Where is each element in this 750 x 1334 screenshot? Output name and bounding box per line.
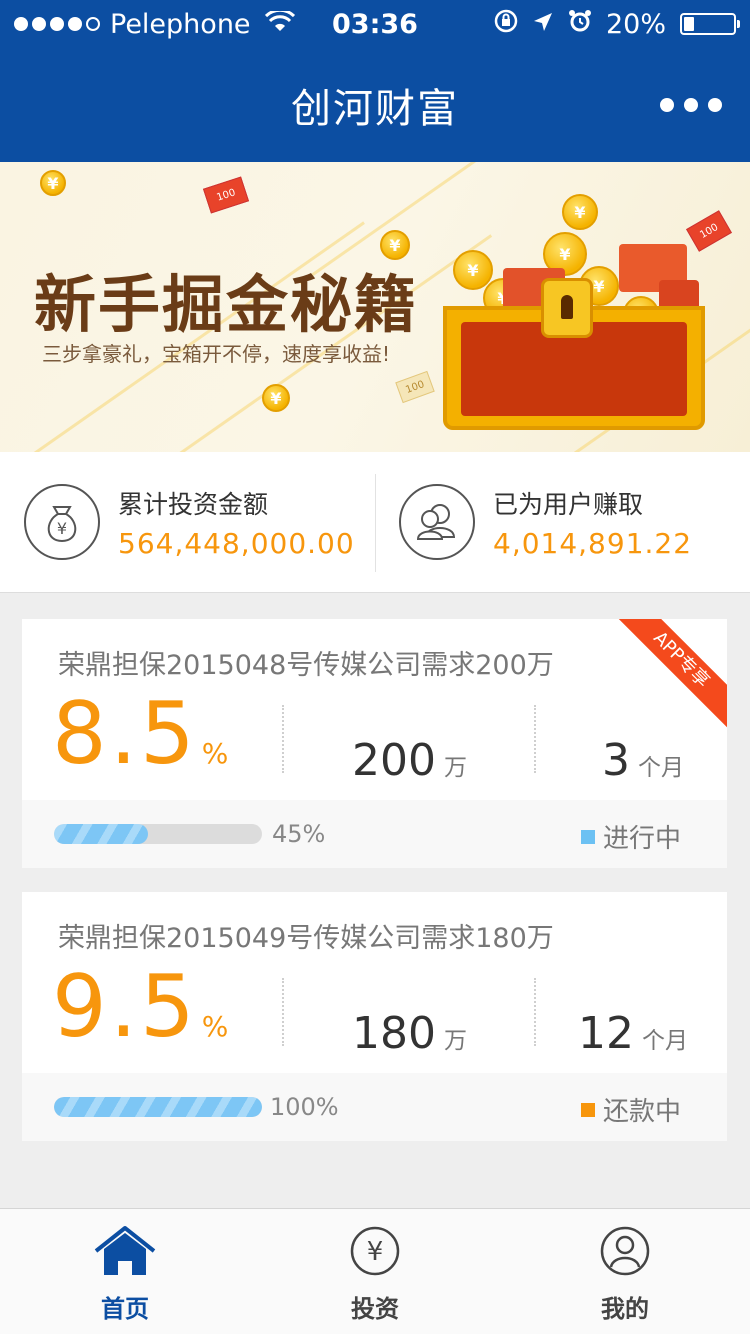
status-badge: 进行中 <box>580 818 681 855</box>
banner-subtitle: 三步拿豪礼，宝箱开不停，速度享收益! <box>42 342 391 366</box>
treasure-chest-icon: ¥ ¥ ¥ ¥ ¥ <box>443 232 705 430</box>
tab-invest[interactable]: ¥ 投资 <box>250 1209 500 1334</box>
cash-note-icon: 100 <box>395 370 435 404</box>
gold-coin-icon: ¥ <box>40 170 66 196</box>
platform-stats: ¥ 累计投资金额 564,448,000.00 已为用户赚取 4,014,891… <box>0 452 750 593</box>
loan-amount: 180 万 <box>352 1008 467 1059</box>
tab-invest-label: 投资 <box>351 1295 399 1323</box>
card-footer: 45% 进行中 <box>22 800 727 868</box>
users-icon <box>399 484 475 560</box>
divider <box>282 705 284 773</box>
total-invest-label: 累计投资金额 <box>118 489 269 519</box>
location-icon <box>532 9 554 40</box>
svg-text:¥: ¥ <box>367 1237 384 1267</box>
divider <box>282 978 284 1046</box>
battery-percent: 20% <box>605 8 666 40</box>
tab-home-label: 首页 <box>101 1295 149 1323</box>
product-card[interactable]: APP专享 荣鼎担保2015048号传媒公司需求200万 8.5% 200 万 3… <box>22 619 727 868</box>
tab-mine-label: 我的 <box>601 1295 649 1323</box>
gold-coin-icon: ¥ <box>262 384 290 412</box>
user-circle-icon <box>599 1225 651 1283</box>
total-invest-value: 564,448,000.00 <box>118 526 355 560</box>
earned-stat: 已为用户赚取 4,014,891.22 <box>375 474 750 572</box>
banner-headline: 新手掘金秘籍 <box>34 268 419 341</box>
app-header: Pelephone 03:36 20% 创河财富 <box>0 0 750 162</box>
progress-percent: 100% <box>270 1093 339 1121</box>
tab-mine[interactable]: 我的 <box>500 1209 750 1334</box>
bottom-tab-bar: 首页 ¥ 投资 我的 <box>0 1208 750 1334</box>
app-exclusive-ribbon: APP专享 <box>606 619 727 735</box>
product-name: 荣鼎担保2015049号传媒公司需求180万 <box>58 923 554 954</box>
total-invest-stat: ¥ 累计投资金额 564,448,000.00 <box>0 484 375 560</box>
battery-icon <box>680 13 740 35</box>
more-dot-icon <box>684 98 698 112</box>
status-bar: Pelephone 03:36 20% <box>0 0 750 48</box>
progress-percent: 45% <box>272 820 326 848</box>
earned-label: 已为用户赚取 <box>493 489 644 519</box>
carrier-name: Pelephone <box>110 8 251 40</box>
status-right: 20% <box>494 8 740 40</box>
page-title: 创河财富 <box>291 86 459 132</box>
wifi-icon <box>264 8 295 40</box>
divider <box>534 978 536 1046</box>
nav-bar: 创河财富 <box>0 48 750 162</box>
annual-rate: 8.5% <box>52 684 229 784</box>
card-footer: 100% 还款中 <box>22 1073 727 1141</box>
gold-coin-icon: ¥ <box>562 194 598 230</box>
loan-term: 3 个月 <box>602 735 684 786</box>
progress-bar <box>54 824 262 844</box>
status-badge: 还款中 <box>580 1091 681 1128</box>
divider <box>534 705 536 773</box>
loan-amount: 200 万 <box>352 735 467 786</box>
alarm-icon <box>568 9 592 40</box>
more-dot-icon <box>660 98 674 112</box>
svg-text:¥: ¥ <box>57 519 67 538</box>
loan-term: 12 个月 <box>578 1008 688 1059</box>
money-bag-icon: ¥ <box>24 484 100 560</box>
yen-circle-icon: ¥ <box>349 1225 401 1283</box>
product-card[interactable]: 荣鼎担保2015049号传媒公司需求180万 9.5% 180 万 12 个月 10… <box>22 892 727 1141</box>
status-left: Pelephone <box>14 8 295 40</box>
more-menu-button[interactable] <box>660 98 722 112</box>
progress-bar <box>54 1097 262 1117</box>
more-dot-icon <box>708 98 722 112</box>
promo-banner[interactable]: 100 100 100 ¥ ¥ ¥ ¥ 新手掘金秘籍 三步拿豪礼，宝箱开不停，速… <box>0 162 750 452</box>
annual-rate: 9.5% <box>52 957 229 1057</box>
product-name: 荣鼎担保2015048号传媒公司需求200万 <box>58 650 554 681</box>
signal-strength-icon <box>14 17 100 31</box>
rotation-lock-icon <box>494 9 518 40</box>
home-icon <box>92 1225 158 1283</box>
tab-home[interactable]: 首页 <box>0 1209 250 1334</box>
cash-note-icon: 100 <box>202 176 250 214</box>
earned-value: 4,014,891.22 <box>493 526 693 560</box>
